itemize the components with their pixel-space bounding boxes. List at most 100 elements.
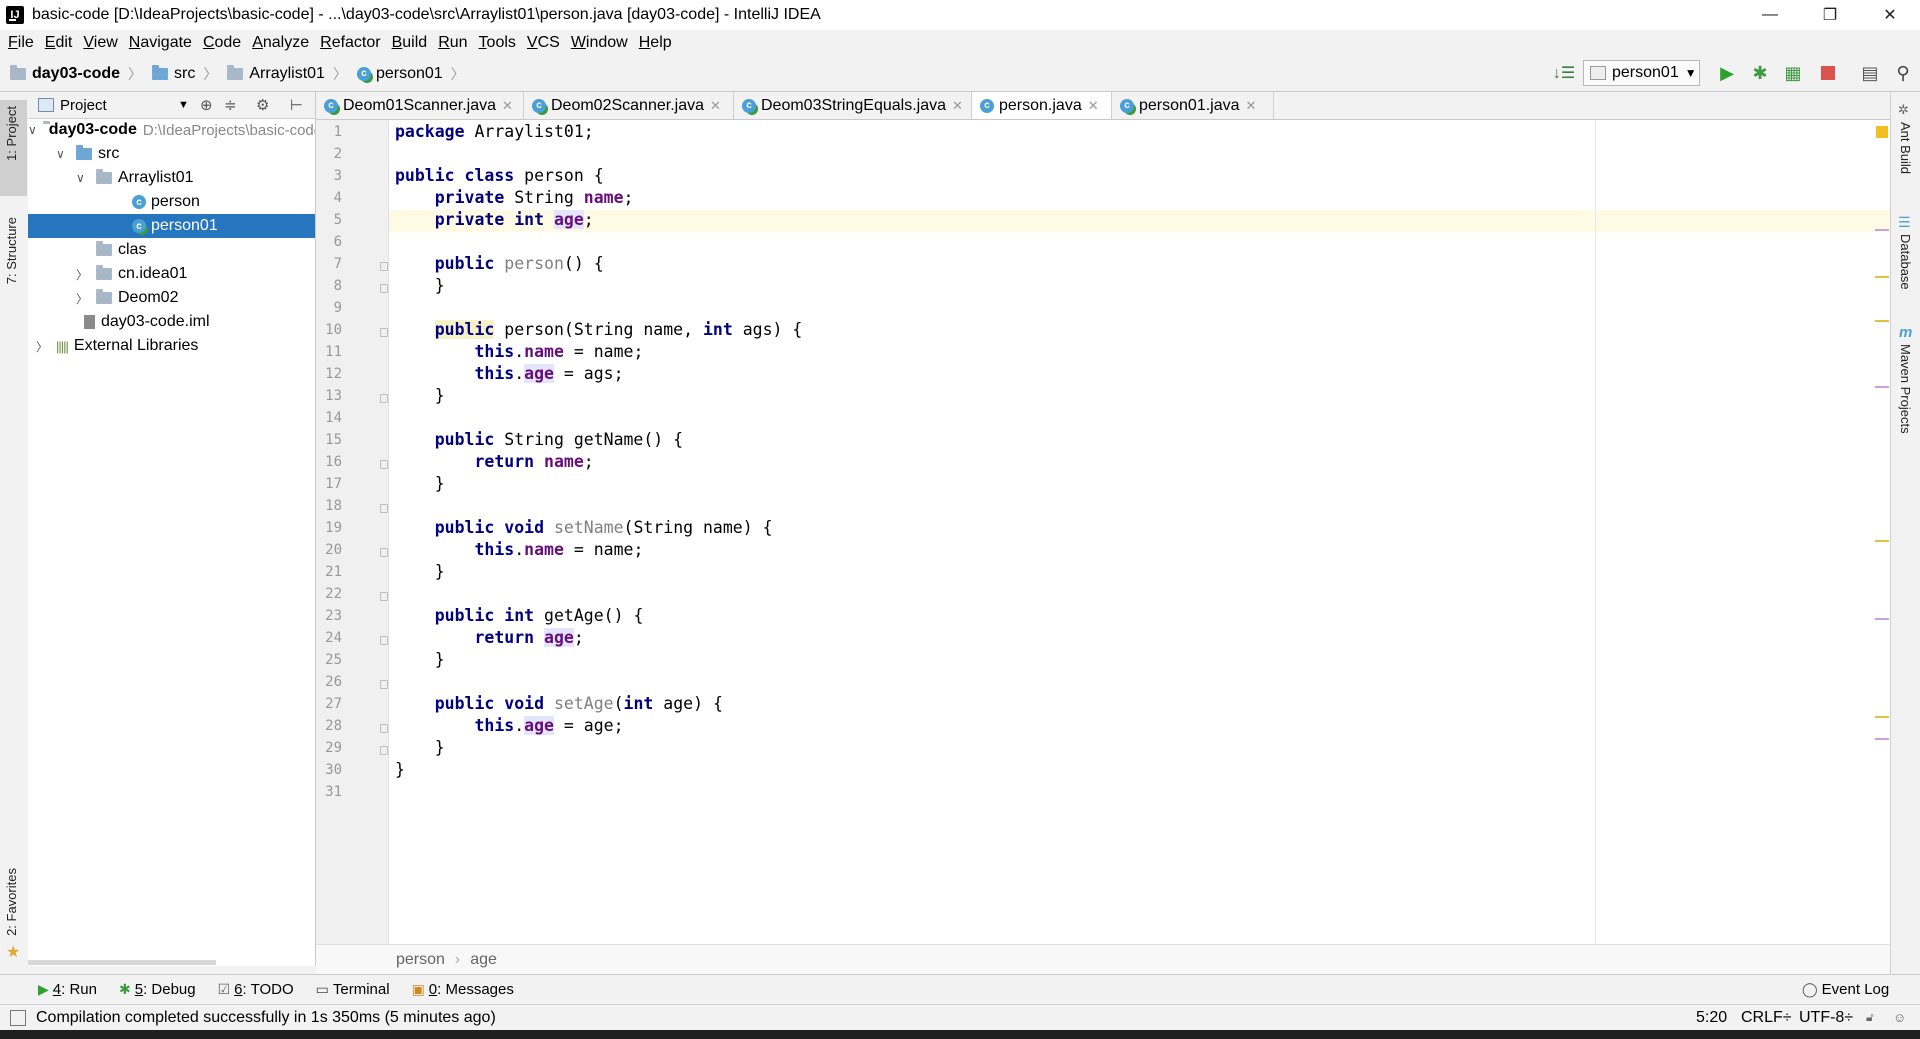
inspector-icon[interactable]: ☺︎ bbox=[1893, 1010, 1906, 1025]
menu-tools[interactable]: Tools bbox=[479, 34, 516, 52]
tab-structure[interactable]: 7: Structure bbox=[4, 217, 19, 284]
tab-project[interactable]: 1: Project bbox=[4, 106, 19, 161]
tab-favorites[interactable]: 2: Favorites bbox=[4, 868, 19, 936]
menu-run[interactable]: Run bbox=[438, 34, 467, 52]
toggle-tool-windows-icon[interactable] bbox=[10, 1009, 26, 1026]
close-button[interactable]: ✕ bbox=[1860, 0, 1920, 30]
tab-deom03stringequals[interactable]: c Deom03StringEquals.java ✕ bbox=[734, 92, 972, 119]
fold-marker[interactable] bbox=[380, 284, 388, 293]
usage-mark[interactable] bbox=[1875, 618, 1889, 620]
close-icon[interactable]: ✕ bbox=[502, 98, 513, 114]
code-editor[interactable]: package Arraylist01; public class person… bbox=[389, 120, 1890, 944]
breadcrumb-field[interactable]: age bbox=[470, 951, 497, 969]
tab-maven-projects[interactable]: Maven Projects bbox=[1898, 344, 1913, 434]
tree-item-deom02[interactable]: 〉 Deom02 bbox=[28, 286, 315, 310]
fold-marker[interactable] bbox=[380, 746, 388, 755]
toolwindow-terminal[interactable]: ▭ Terminal bbox=[316, 981, 390, 998]
tab-person01[interactable]: c person01.java ✕ bbox=[1112, 92, 1274, 119]
menu-file[interactable]: File bbox=[8, 34, 34, 52]
hide-panel-icon[interactable]: ⊢ bbox=[290, 96, 303, 114]
fold-marker[interactable] bbox=[380, 680, 388, 689]
close-icon[interactable]: ✕ bbox=[1246, 98, 1257, 114]
restore-button[interactable]: ❐ bbox=[1800, 0, 1860, 30]
iml-file-icon bbox=[84, 315, 95, 329]
tree-item-person[interactable]: c person bbox=[28, 190, 315, 214]
fold-marker[interactable] bbox=[380, 724, 388, 733]
usage-mark[interactable] bbox=[1875, 386, 1889, 388]
menu-window[interactable]: Window bbox=[571, 34, 628, 52]
collapse-all-icon[interactable]: ≑ bbox=[224, 96, 237, 114]
minimize-button[interactable]: — bbox=[1740, 0, 1800, 30]
coverage-icon[interactable]: ▦ bbox=[1782, 62, 1804, 84]
close-icon[interactable]: ✕ bbox=[952, 98, 963, 114]
tab-person[interactable]: c person.java ✕ bbox=[972, 92, 1112, 119]
toolwindow-event-log[interactable]: ◯ Event Log bbox=[1802, 981, 1889, 998]
stop-icon[interactable] bbox=[1817, 62, 1839, 84]
usage-mark[interactable] bbox=[1875, 738, 1889, 740]
fold-marker[interactable] bbox=[380, 548, 388, 557]
project-structure-icon[interactable]: ▤ bbox=[1859, 62, 1881, 84]
warning-mark[interactable] bbox=[1875, 320, 1889, 322]
fold-marker[interactable] bbox=[380, 592, 388, 601]
debug-icon[interactable]: ✱ bbox=[1749, 62, 1771, 84]
line-separator[interactable]: CRLF÷ bbox=[1741, 1009, 1792, 1027]
menu-edit[interactable]: Edit bbox=[45, 34, 73, 52]
menu-navigate[interactable]: Navigate bbox=[129, 34, 192, 52]
view-dropdown-icon[interactable]: ▼ bbox=[178, 99, 189, 111]
chevron-down-icon[interactable]: ∨ bbox=[28, 123, 37, 137]
nav-crumb-class[interactable]: c person01 〉 bbox=[356, 64, 465, 84]
tree-item-clas[interactable]: clas bbox=[28, 238, 315, 262]
tab-deom02scanner[interactable]: c Deom02Scanner.java ✕ bbox=[524, 92, 734, 119]
fold-marker[interactable] bbox=[380, 262, 388, 271]
tree-item-src[interactable]: ∨ src bbox=[28, 142, 315, 166]
tree-item-external-libraries[interactable]: 〉 ||||| External Libraries bbox=[28, 334, 315, 358]
gear-icon[interactable]: ⚙ bbox=[256, 96, 269, 114]
usage-mark[interactable] bbox=[1875, 229, 1889, 231]
toolwindow-todo[interactable]: ☑ 6: TODO bbox=[218, 981, 294, 998]
caret-position[interactable]: 5:20 bbox=[1696, 1009, 1727, 1027]
locate-icon[interactable]: ⊕ bbox=[200, 96, 213, 114]
fold-marker[interactable] bbox=[380, 636, 388, 645]
toolwindow-debug[interactable]: ✱ 5: Debug bbox=[119, 981, 196, 998]
warning-mark[interactable] bbox=[1875, 540, 1889, 542]
horizontal-scrollbar[interactable] bbox=[28, 960, 216, 965]
menu-analyze[interactable]: Analyze bbox=[252, 34, 309, 52]
tab-ant-build[interactable]: Ant Build bbox=[1898, 122, 1913, 174]
fold-marker[interactable] bbox=[380, 394, 388, 403]
run-icon[interactable]: ▶ bbox=[1716, 62, 1738, 84]
run-config-select[interactable]: person01 ▼ bbox=[1583, 60, 1700, 86]
menu-refactor[interactable]: Refactor bbox=[320, 34, 380, 52]
tab-deom01scanner[interactable]: c Deom01Scanner.java ✕ bbox=[316, 92, 524, 119]
breadcrumb-class[interactable]: person bbox=[396, 951, 445, 969]
lock-icon[interactable]: 🔓︎ bbox=[1866, 1010, 1874, 1025]
search-icon[interactable]: ⚲ bbox=[1892, 62, 1914, 84]
toolwindow-run[interactable]: ▶ 4: Run bbox=[38, 981, 97, 998]
toolwindow-messages[interactable]: ▣ 0: Messages bbox=[412, 981, 514, 998]
tree-item-cn-idea01[interactable]: 〉 cn.idea01 bbox=[28, 262, 315, 286]
file-encoding[interactable]: UTF-8÷ bbox=[1799, 1009, 1853, 1027]
nav-crumb-project[interactable]: day03-code 〉 bbox=[10, 64, 142, 84]
close-icon[interactable]: ✕ bbox=[710, 98, 721, 114]
status-message[interactable]: Compilation completed successfully in 1s… bbox=[36, 1009, 496, 1027]
tree-item-person01[interactable]: c person01 bbox=[28, 214, 315, 238]
warning-mark[interactable] bbox=[1875, 276, 1889, 278]
fold-marker[interactable] bbox=[380, 504, 388, 513]
nav-crumb-src[interactable]: src 〉 bbox=[152, 64, 217, 84]
warning-mark[interactable] bbox=[1875, 716, 1889, 718]
menu-vcs[interactable]: VCS bbox=[527, 34, 560, 52]
menu-code[interactable]: Code bbox=[203, 34, 241, 52]
menu-build[interactable]: Build bbox=[392, 34, 428, 52]
tab-database[interactable]: Database bbox=[1898, 234, 1913, 290]
nav-crumb-package[interactable]: Arraylist01 〉 bbox=[227, 64, 347, 84]
fold-marker[interactable] bbox=[380, 328, 388, 337]
tree-item-arraylist01[interactable]: ∨ Arraylist01 bbox=[28, 166, 315, 190]
menu-view[interactable]: View bbox=[83, 34, 117, 52]
inspection-status-icon[interactable] bbox=[1876, 126, 1888, 138]
line-number: 9 bbox=[333, 300, 342, 316]
tree-item-iml[interactable]: day03-code.iml bbox=[28, 310, 315, 334]
fold-marker[interactable] bbox=[380, 460, 388, 469]
build-sort-icon[interactable]: ↓☰ bbox=[1553, 62, 1575, 84]
menu-help[interactable]: Help bbox=[639, 34, 672, 52]
close-icon[interactable]: ✕ bbox=[1088, 98, 1099, 114]
tree-item-module[interactable]: ∨ day03-code D:\IdeaProjects\basic-code bbox=[28, 118, 315, 142]
